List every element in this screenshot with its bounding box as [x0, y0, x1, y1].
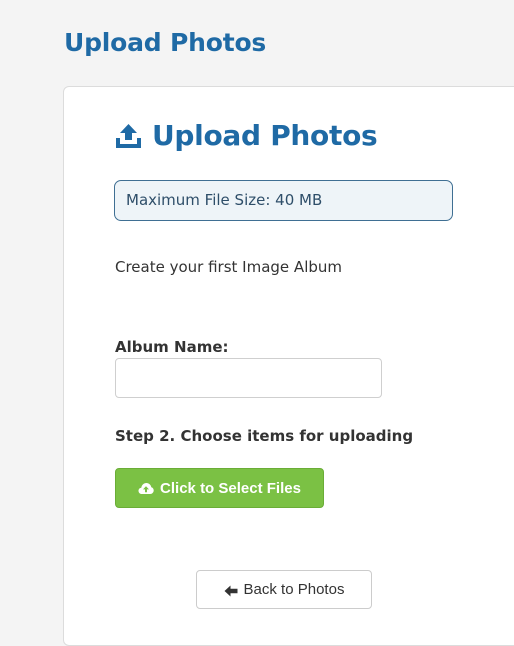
upload-icon [115, 122, 142, 149]
album-name-input[interactable] [115, 358, 382, 398]
select-files-label: Click to Select Files [160, 479, 301, 497]
album-name-label: Album Name: [115, 338, 229, 356]
intro-text: Create your first Image Album [115, 258, 342, 276]
step-2-label: Step 2. Choose items for uploading [115, 427, 414, 445]
back-to-photos-label: Back to Photos [243, 581, 345, 598]
arrow-left-icon [224, 584, 238, 596]
back-to-photos-button[interactable]: Back to Photos [196, 570, 372, 609]
max-file-size-notice: Maximum File Size: 40 MB [114, 180, 453, 221]
card-header: Upload Photos [115, 119, 378, 152]
select-files-button[interactable]: Click to Select Files [115, 468, 324, 508]
card-title: Upload Photos [152, 119, 378, 152]
upload-card: Upload Photos Maximum File Size: 40 MB C… [63, 86, 514, 646]
page-title: Upload Photos [64, 28, 267, 57]
cloud-upload-icon [138, 482, 154, 495]
